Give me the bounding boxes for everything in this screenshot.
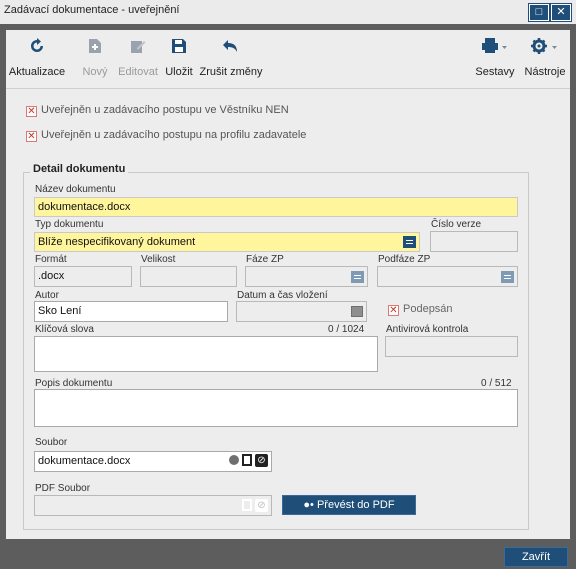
type-value: Blíže nespecifikovaný dokument <box>38 236 196 248</box>
reports-button[interactable]: Sestavy <box>474 30 516 88</box>
name-field[interactable]: dokumentace.docx <box>34 197 518 217</box>
undo-icon <box>197 36 265 56</box>
new-document-icon <box>80 36 110 56</box>
nen-checkbox[interactable]: ✕ <box>26 106 37 117</box>
document-icon[interactable] <box>242 454 252 466</box>
antivirus-label: Antivirová kontrola <box>386 324 469 335</box>
date-field <box>236 301 367 322</box>
type-select[interactable]: Blíže nespecifikovaný dokument <box>34 232 420 252</box>
keywords-textarea[interactable] <box>34 336 378 372</box>
type-list-icon[interactable] <box>403 236 416 248</box>
new-button[interactable]: Nový <box>80 30 110 88</box>
pdf-label: PDF Soubor <box>35 483 91 494</box>
footer-bar <box>6 540 570 566</box>
date-label: Datum a čas vložení <box>237 290 328 301</box>
file-name: dokumentace.docx <box>38 455 131 467</box>
cancel-changes-button[interactable]: Zrušit změny <box>197 30 265 88</box>
subphase-field <box>377 266 518 287</box>
pdf-field <box>34 495 272 516</box>
subphase-label: Podfáze ZP <box>378 254 431 265</box>
close-window-button[interactable]: ✕ <box>551 4 571 21</box>
format-field: .docx <box>34 266 132 287</box>
signed-label: Podepsán <box>403 303 453 315</box>
refresh-icon <box>6 36 68 56</box>
calendar-icon <box>351 306 363 317</box>
convert-icon: ●• <box>303 499 317 511</box>
window-title: Zadávací dokumentace - uveřejnění <box>4 4 180 16</box>
keywords-label: Klíčová slova <box>35 324 94 335</box>
version-label: Číslo verze <box>431 219 482 230</box>
author-label: Autor <box>35 290 59 301</box>
name-label: Název dokumentu <box>35 184 116 195</box>
printer-icon <box>474 36 516 56</box>
author-field[interactable]: Sko Lení <box>34 301 228 322</box>
profile-checkbox-label: Uveřejněn u zadávacího postupu na profil… <box>41 129 307 141</box>
gear-icon <box>520 36 570 56</box>
attachment-icon[interactable]: ⊘ <box>255 454 268 467</box>
pdf-attachment-icon: ⊘ <box>255 499 268 512</box>
keywords-counter: 0 / 1024 <box>328 324 365 335</box>
subphase-list-icon <box>501 271 514 283</box>
description-counter: 0 / 512 <box>481 378 512 389</box>
tools-button[interactable]: Nástroje <box>520 30 570 88</box>
description-textarea[interactable] <box>34 389 518 427</box>
save-button[interactable]: Uložit <box>163 30 195 88</box>
phase-list-icon <box>351 271 364 283</box>
maximize-button[interactable]: □ <box>529 4 549 21</box>
size-label: Velikost <box>141 254 176 265</box>
signed-checkbox: ✕ <box>388 305 399 316</box>
format-label: Formát <box>35 254 67 265</box>
convert-to-pdf-button[interactable]: ●• Převést do PDF <box>282 495 416 515</box>
save-icon <box>163 36 195 56</box>
description-label: Popis dokumentu <box>35 378 113 389</box>
detail-legend: Detail dokumentu <box>30 163 129 175</box>
refresh-button[interactable]: Aktualizace <box>6 30 68 88</box>
nen-checkbox-label: Uveřejněn u zadávacího postupu ve Věstní… <box>41 104 289 116</box>
profile-checkbox[interactable]: ✕ <box>26 131 37 142</box>
size-field <box>140 266 237 287</box>
certificate-icon[interactable] <box>229 455 239 465</box>
close-button[interactable]: Zavřít <box>504 547 568 567</box>
type-label: Typ dokumentu <box>35 219 104 230</box>
phase-field <box>245 266 368 287</box>
title-bar: Zadávací dokumentace - uveřejnění □ ✕ <box>0 0 576 25</box>
phase-label: Fáze ZP <box>246 254 284 265</box>
edit-icon <box>115 36 161 56</box>
pdf-document-icon <box>242 499 252 511</box>
edit-button[interactable]: Editovat <box>115 30 161 88</box>
file-label: Soubor <box>35 437 68 448</box>
toolbar: Aktualizace Nový Editovat Uložit Zrušit … <box>6 30 570 89</box>
version-field <box>430 231 518 252</box>
antivirus-field <box>385 336 518 357</box>
